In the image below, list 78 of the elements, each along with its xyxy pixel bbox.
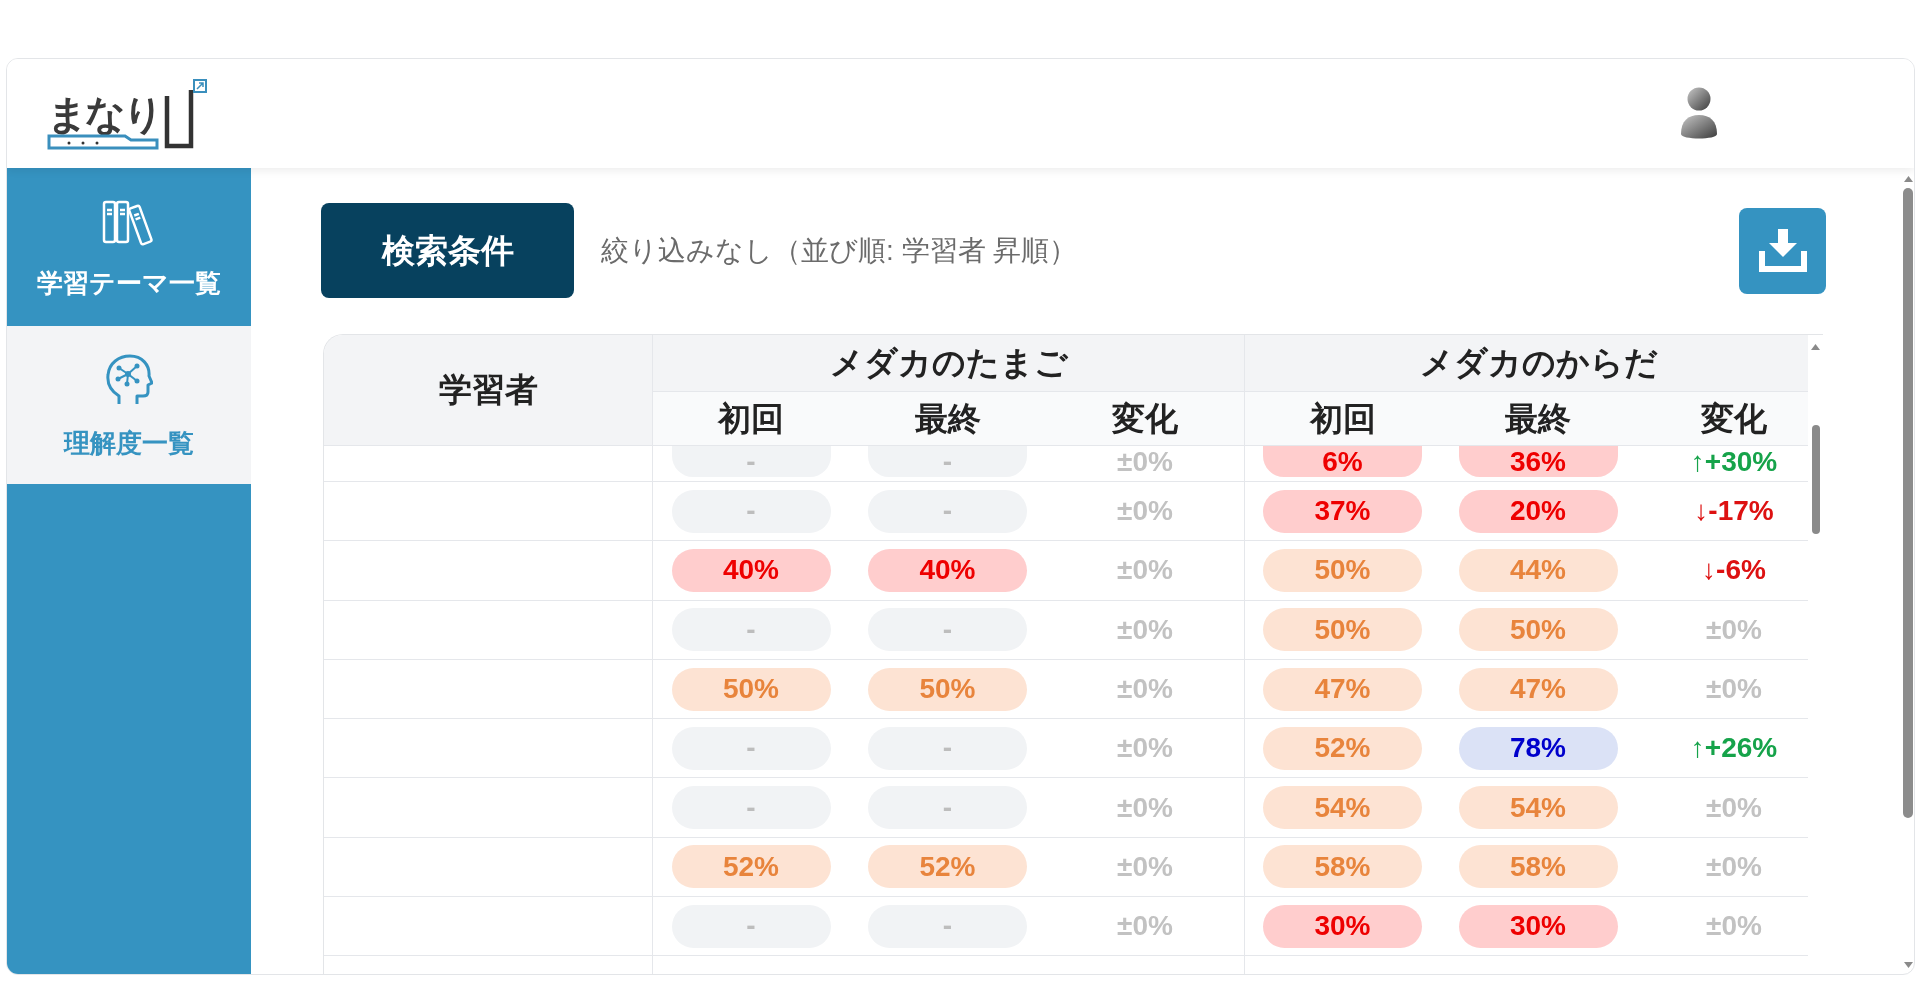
column-header: 最終	[1505, 398, 1571, 439]
column-header: 最終	[914, 398, 981, 439]
score-badge: -	[671, 786, 831, 830]
score-badge: 78%	[1458, 726, 1618, 770]
column-header: 初回	[1309, 398, 1376, 439]
change-value: ±0%	[1706, 793, 1762, 822]
score-badge: -	[868, 786, 1027, 830]
score-badge: 54%	[1263, 786, 1422, 830]
score-badge: -	[868, 608, 1027, 652]
score-badge: 52%	[671, 845, 831, 889]
user-avatar-icon[interactable]	[1680, 87, 1718, 140]
column-header: 変化	[1701, 398, 1767, 439]
score-badge: 44%	[1458, 548, 1618, 592]
score-badge: -	[671, 489, 831, 533]
change-value: ±0%	[1706, 615, 1762, 644]
score-badge: -	[671, 446, 831, 477]
head-network-icon	[105, 354, 153, 406]
change-value: ±0%	[1117, 448, 1173, 476]
change-value: ±0%	[1706, 852, 1762, 881]
column-header: 初回	[718, 398, 784, 439]
score-badge: 30%	[1263, 904, 1422, 948]
change-value: ±0%	[1117, 556, 1173, 585]
score-badge: 20%	[1458, 489, 1618, 533]
column-header: 変化	[1112, 398, 1178, 439]
change-value: ±0%	[1117, 497, 1173, 526]
score-badge: -	[671, 904, 831, 948]
change-value: ±0%	[1706, 675, 1762, 704]
score-badge: 58%	[1263, 845, 1422, 889]
score-badge: 47%	[1458, 667, 1618, 711]
download-button[interactable]	[1739, 207, 1826, 294]
change-value: ±0%	[1706, 912, 1762, 941]
score-badge: -	[868, 904, 1027, 948]
change-value: ↑+26%	[1690, 734, 1778, 763]
scrollbar-thumb[interactable]	[1811, 425, 1820, 534]
change-value: ↓-6%	[1702, 556, 1766, 585]
score-badge: -	[671, 608, 831, 652]
logo-text: まなり	[47, 93, 161, 134]
score-badge: 52%	[868, 845, 1027, 889]
change-value: ↑+30%	[1690, 448, 1778, 476]
score-badge: 36%	[1458, 446, 1618, 477]
score-badge: 58%	[1458, 845, 1618, 889]
change-value: ±0%	[1117, 615, 1173, 644]
scrollbar-thumb[interactable]	[1903, 188, 1913, 818]
score-badge: -	[868, 489, 1027, 533]
score-badge: 50%	[1458, 608, 1618, 652]
change-value: ±0%	[1117, 912, 1173, 941]
scroll-down-icon[interactable]	[1903, 962, 1913, 968]
score-badge: -	[671, 726, 831, 770]
score-badge: 50%	[868, 667, 1027, 711]
change-value: ↓-17%	[1694, 497, 1774, 526]
score-badge: 40%	[671, 548, 831, 592]
column-header: 学習者	[438, 370, 538, 411]
change-value: ±0%	[1117, 675, 1173, 704]
nav-item[interactable]: 理解度一覧	[7, 326, 251, 484]
score-badge: 47%	[1263, 667, 1422, 711]
books-icon	[102, 198, 156, 246]
score-badge: -	[868, 446, 1027, 477]
score-badge: 30%	[1458, 904, 1618, 948]
download-icon	[1756, 228, 1809, 273]
score-badge: 50%	[1263, 548, 1422, 592]
scroll-up-icon[interactable]	[1903, 176, 1913, 182]
change-value: ±0%	[1117, 793, 1173, 822]
logo-underline-icon	[47, 133, 159, 150]
change-value: ±0%	[1117, 852, 1173, 881]
change-value: ±0%	[1117, 734, 1173, 763]
search-conditions-button[interactable]: 検索条件	[321, 203, 574, 298]
score-badge: 54%	[1458, 786, 1618, 830]
score-badge: -	[868, 726, 1027, 770]
scroll-up-icon[interactable]	[1811, 344, 1820, 350]
score-badge: 6%	[1263, 446, 1422, 477]
filter-summary: 絞り込みなし（並び順: 学習者 昇順）	[601, 233, 1078, 268]
score-badge: 50%	[671, 667, 831, 711]
group-header: メダカのたまご	[829, 343, 1068, 384]
score-badge: 50%	[1263, 608, 1422, 652]
score-badge: 40%	[868, 548, 1027, 592]
score-badge: 37%	[1263, 489, 1422, 533]
group-header: メダカのからだ	[1419, 343, 1658, 384]
score-badge: 52%	[1263, 726, 1422, 770]
